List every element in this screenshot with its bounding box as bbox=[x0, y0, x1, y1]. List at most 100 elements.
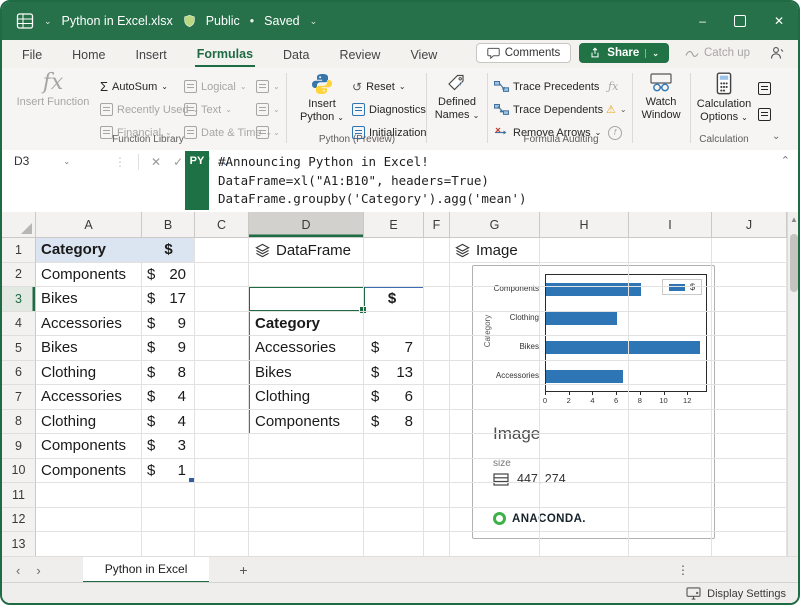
tab-review[interactable]: Review bbox=[337, 43, 382, 66]
column-header-E[interactable]: E bbox=[364, 212, 424, 238]
error-checking-button[interactable]: ⚠⌄ bbox=[606, 99, 627, 120]
diagnostics-button[interactable]: Diagnostics bbox=[352, 99, 426, 120]
insert-function-button[interactable]: fx Insert Function bbox=[16, 72, 90, 134]
cell-D8[interactable]: Components bbox=[255, 410, 361, 435]
name-box-chevron-icon[interactable]: ⌄ bbox=[63, 157, 70, 166]
logical-button[interactable]: Logical⌄ bbox=[184, 76, 247, 97]
cell-A3[interactable]: Bikes bbox=[41, 287, 141, 312]
select-all-button[interactable] bbox=[2, 212, 36, 238]
save-status-chevron-icon[interactable]: ⌄ bbox=[310, 16, 318, 27]
column-header-C[interactable]: C bbox=[195, 212, 249, 238]
people-icon[interactable] bbox=[766, 46, 788, 60]
column-header-J[interactable]: J bbox=[712, 212, 787, 238]
cell-B7[interactable]: $4 bbox=[142, 385, 191, 410]
cell-D6[interactable]: Bikes bbox=[255, 361, 361, 386]
display-settings-button[interactable]: Display Settings bbox=[707, 588, 786, 600]
autosum-button[interactable]: Σ AutoSum⌄ bbox=[100, 76, 168, 97]
row-header-13[interactable]: 13 bbox=[2, 532, 36, 556]
name-box[interactable]: D3 bbox=[14, 154, 29, 168]
share-button[interactable]: Share ⌄ bbox=[579, 43, 669, 63]
scrollbar-thumb[interactable] bbox=[790, 234, 798, 292]
sheet-tab-python-in-excel[interactable]: Python in Excel bbox=[83, 557, 210, 583]
cell-E5[interactable]: $7 bbox=[366, 336, 418, 361]
row-header-3[interactable]: 3 bbox=[2, 287, 36, 312]
vertical-scrollbar[interactable]: ▲ bbox=[787, 212, 800, 556]
tab-insert[interactable]: Insert bbox=[134, 43, 169, 66]
cell-B6[interactable]: $8 bbox=[142, 361, 191, 386]
show-formulas-button[interactable]: ƒx bbox=[608, 76, 618, 97]
sheet-grid[interactable]: Category $ DataFrame Image $ Category $ bbox=[2, 212, 787, 556]
cell-B4[interactable]: $9 bbox=[142, 312, 191, 337]
cell-A7[interactable]: Accessories bbox=[41, 385, 141, 410]
cell-D5[interactable]: Accessories bbox=[255, 336, 361, 361]
comments-button[interactable]: Comments bbox=[476, 43, 572, 63]
row-header-8[interactable]: 8 bbox=[2, 410, 36, 435]
column-header-H[interactable]: H bbox=[540, 212, 629, 238]
row-header-6[interactable]: 6 bbox=[2, 361, 36, 386]
cell-A6[interactable]: Clothing bbox=[41, 361, 141, 386]
formula-input[interactable]: #Announcing Python in Excel!DataFrame=xl… bbox=[218, 153, 527, 209]
scroll-up-icon[interactable]: ▲ bbox=[790, 215, 798, 224]
document-title[interactable]: Python in Excel.xlsx bbox=[62, 14, 173, 28]
image-object-label[interactable]: Image bbox=[455, 238, 518, 263]
close-button[interactable]: ✕ bbox=[774, 14, 784, 28]
insert-python-button[interactable]: Insert Python ⌄ bbox=[294, 72, 350, 134]
collapse-ribbon-chevron-icon[interactable]: ⌄ bbox=[772, 126, 780, 147]
cell-A10[interactable]: Components bbox=[41, 459, 141, 484]
cell-A8[interactable]: Clothing bbox=[41, 410, 141, 435]
text-button[interactable]: Text⌄ bbox=[184, 99, 232, 120]
cell-D4[interactable]: Category bbox=[255, 312, 361, 337]
column-header-B[interactable]: B bbox=[142, 212, 195, 238]
cell-A2[interactable]: Components bbox=[41, 263, 141, 288]
cell-B9[interactable]: $3 bbox=[142, 434, 191, 459]
row-header-11[interactable]: 11 bbox=[2, 483, 36, 508]
cancel-icon[interactable]: ✕ bbox=[151, 155, 161, 169]
catch-up-button[interactable]: Catch up bbox=[677, 44, 758, 62]
column-header-I[interactable]: I bbox=[629, 212, 712, 238]
row-header-12[interactable]: 12 bbox=[2, 508, 36, 533]
watch-window-button[interactable]: Watch Window bbox=[636, 72, 686, 134]
calculate-now-button[interactable] bbox=[758, 78, 771, 99]
more-dots-icon[interactable]: ⋮ bbox=[677, 563, 690, 577]
save-status[interactable]: Saved bbox=[264, 14, 299, 28]
cell-D7[interactable]: Clothing bbox=[255, 385, 361, 410]
column-header-D[interactable]: D bbox=[249, 212, 364, 238]
cell-A4[interactable]: Accessories bbox=[41, 312, 141, 337]
cell-E3[interactable]: $ bbox=[364, 287, 420, 312]
tab-home[interactable]: Home bbox=[70, 43, 107, 66]
cell-B8[interactable]: $4 bbox=[142, 410, 191, 435]
reset-button[interactable]: ↺ Reset⌄ bbox=[352, 76, 406, 97]
add-sheet-button[interactable]: + bbox=[239, 562, 247, 578]
row-header-9[interactable]: 9 bbox=[2, 434, 36, 459]
math-trig-button[interactable]: ⌄ bbox=[256, 99, 280, 120]
column-header-A[interactable]: A bbox=[36, 212, 142, 238]
tab-view[interactable]: View bbox=[408, 43, 439, 66]
calculate-sheet-button[interactable] bbox=[758, 104, 771, 125]
cell-A5[interactable]: Bikes bbox=[41, 336, 141, 361]
cell-E6[interactable]: $13 bbox=[366, 361, 418, 386]
next-sheet-button[interactable]: › bbox=[36, 563, 40, 578]
dataframe-object-label[interactable]: DataFrame bbox=[255, 238, 351, 263]
cell-B1[interactable]: $ bbox=[142, 238, 195, 263]
trace-dependents-button[interactable]: Trace Dependents bbox=[494, 99, 603, 120]
row-header-4[interactable]: 4 bbox=[2, 312, 36, 337]
lookup-reference-button[interactable]: ⌄ bbox=[256, 76, 280, 97]
expand-formula-bar-icon[interactable]: ⌃ bbox=[781, 154, 790, 167]
selected-cell-D3[interactable] bbox=[248, 286, 365, 313]
tab-data[interactable]: Data bbox=[281, 43, 311, 66]
prev-sheet-button[interactable]: ‹ bbox=[16, 563, 20, 578]
cell-B2[interactable]: $20 bbox=[142, 263, 191, 288]
cell-E7[interactable]: $6 bbox=[366, 385, 418, 410]
minimize-button[interactable]: – bbox=[699, 14, 706, 28]
cell-A1[interactable]: Category bbox=[36, 238, 142, 263]
cell-B3[interactable]: $17 bbox=[142, 287, 191, 312]
quick-access-chevron-icon[interactable]: ⌄ bbox=[44, 16, 52, 27]
column-header-G[interactable]: G bbox=[450, 212, 540, 238]
maximize-button[interactable] bbox=[734, 15, 746, 27]
defined-names-button[interactable]: Defined Names ⌄ bbox=[430, 72, 484, 134]
row-header-5[interactable]: 5 bbox=[2, 336, 36, 361]
cell-B10[interactable]: $1 bbox=[142, 459, 191, 484]
python-image-card[interactable]: $ Category Image size 447, 274 ANACONDA.… bbox=[472, 265, 715, 539]
enter-icon[interactable]: ✓ bbox=[173, 155, 183, 169]
tab-file[interactable]: File bbox=[20, 43, 44, 66]
